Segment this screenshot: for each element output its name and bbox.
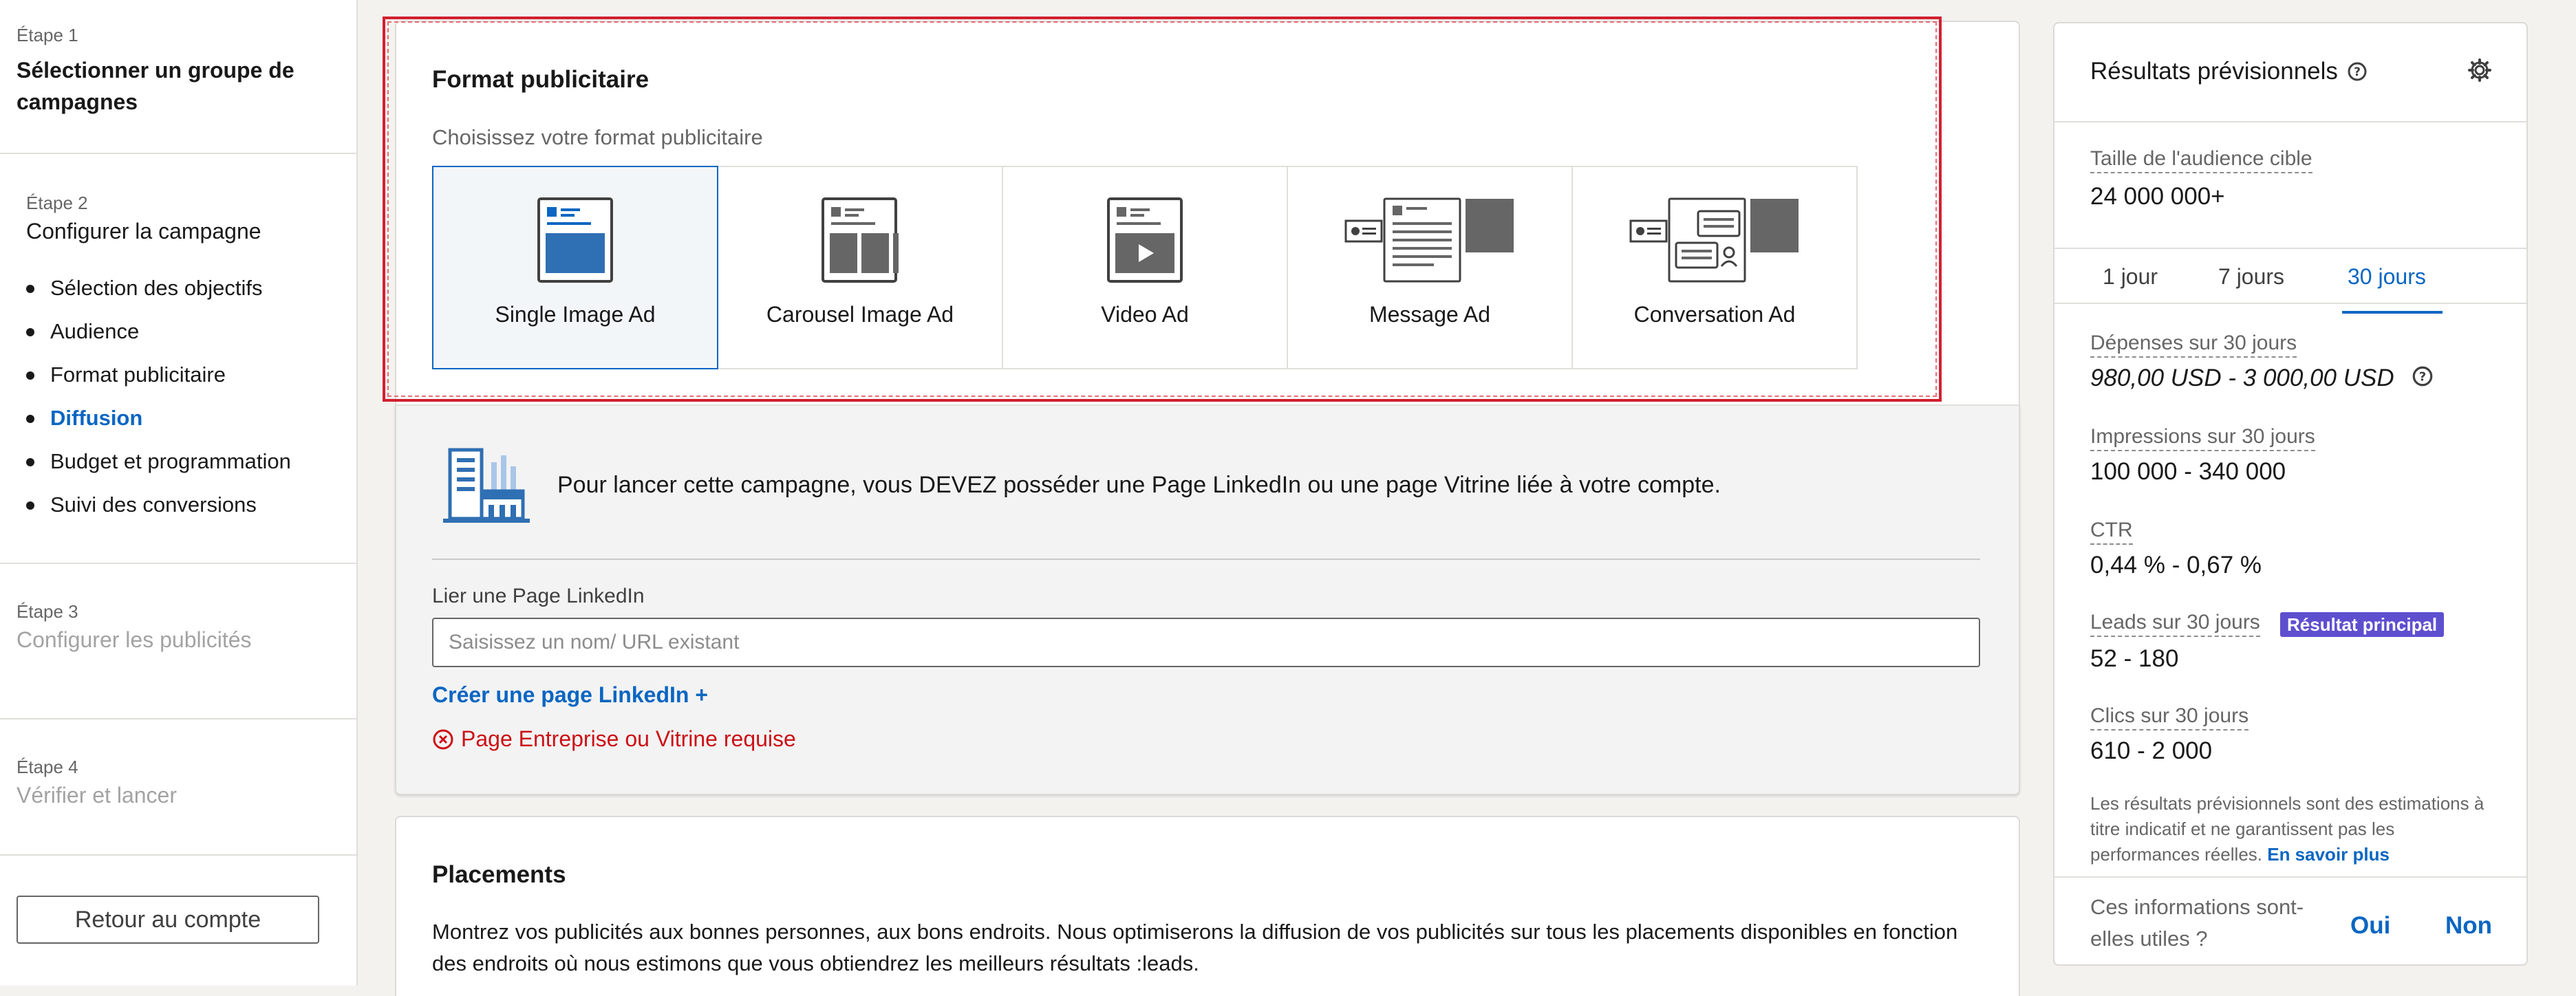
step-1-title: Sélectionner un groupe de campagnes [17,58,294,114]
message-ad-icon [1344,197,1514,283]
tab-30-days[interactable]: 30 jours [2348,264,2426,290]
clicks-label: Clics sur 30 jours [2090,704,2249,730]
format-option-label: Carousel Image Ad [766,302,954,327]
panel-divider [2054,121,2526,122]
conversation-ad-icon [1629,197,1799,283]
step-2-title: Configurer la campagne [26,219,261,243]
step-3-title: Configurer les publicités [17,627,252,652]
sidebar-divider [0,563,356,564]
panel-divider [2054,876,2526,878]
page-required-error: Page Entreprise ou Vitrine requise [432,726,796,752]
feedback-yes-button[interactable]: Oui [2350,912,2390,940]
clicks-value: 610 - 2 000 [2090,737,2213,764]
section-divider [432,559,1980,560]
step-1-label: Étape 1 [17,25,78,45]
substep-conversion-tracking[interactable]: Suivi des conversions [26,488,291,531]
leads-value: 52 - 180 [2090,645,2179,672]
spend-label: Dépenses sur 30 jours [2090,332,2297,358]
spend-value: 980,00 USD - 3 000,00 USD [2090,365,2394,391]
help-icon[interactable]: ? [2411,365,2434,388]
step-4-label: Étape 4 [17,757,78,777]
error-text: Page Entreprise ou Vitrine requise [461,726,796,751]
sidebar-divider [0,153,356,154]
step-4: Étape 4 Vérifier et lancer [17,757,177,811]
leads-label: Leads sur 30 jours [2090,611,2260,637]
svg-text:?: ? [2419,369,2426,384]
step-2[interactable]: Étape 2 Configurer la campagne [26,193,261,247]
audience-size-label: Taille de l'audience cible [2090,147,2312,173]
learn-more-link[interactable]: En savoir plus [2267,844,2390,865]
sidebar-divider [0,854,356,856]
format-option-conversation[interactable]: Conversation Ad [1571,166,1858,369]
building-icon [443,448,530,523]
format-option-message[interactable]: Message Ad [1287,166,1573,369]
substep-budget[interactable]: Budget et programmation [26,444,291,488]
ad-format-options: Single Image Ad Carousel Image Ad Video … [432,166,1858,369]
format-option-label: Conversation Ad [1633,302,1796,327]
format-option-label: Single Image Ad [495,302,656,327]
substep-ad-format[interactable]: Format publicitaire [26,358,291,401]
impressions-label: Impressions sur 30 jours [2090,425,2315,451]
forecast-panel: Résultats prévisionnels ? Taille de l'au… [2053,22,2528,966]
campaign-steps-sidebar: Étape 1 Sélectionner un groupe de campag… [0,0,358,986]
substep-delivery[interactable]: Diffusion [26,401,291,444]
step-3-label: Étape 3 [17,601,78,622]
svg-text:?: ? [2354,65,2361,79]
step-2-substeps: Sélection des objectifs Audience Format … [26,271,291,531]
substep-audience[interactable]: Audience [26,314,291,358]
ad-format-title: Format publicitaire [432,66,650,93]
linkedin-page-input[interactable] [432,618,1980,667]
single-image-ad-icon [537,197,613,283]
panel-divider [2054,303,2526,304]
format-option-carousel-image[interactable]: Carousel Image Ad [717,166,1003,369]
help-icon[interactable]: ? [2346,61,2368,83]
feedback-question: Ces informations sont-elles utiles ? [2090,895,2304,951]
back-to-account-button[interactable]: Retour au compte [17,896,319,944]
linkedin-page-requirement-message: Pour lancer cette campagne, vous DEVEZ p… [557,472,1721,498]
sidebar-divider [0,718,356,719]
step-3: Étape 3 Configurer les publicités [17,601,252,656]
forecast-period-tabs: 1 jour 7 jours 30 jours [2054,248,2526,315]
error-circle-x-icon [433,729,453,749]
tab-1-day[interactable]: 1 jour [2103,264,2158,290]
step-2-label: Étape 2 [26,193,88,213]
format-option-label: Message Ad [1368,302,1491,327]
step-4-title: Vérifier et lancer [17,783,177,808]
placements-description: Montrez vos publicités aux bonnes person… [432,920,1958,975]
feedback-no-button[interactable]: Non [2445,912,2492,940]
format-option-single-image[interactable]: Single Image Ad [432,166,718,369]
primary-result-badge: Résultat principal [2280,612,2445,637]
tab-7-days[interactable]: 7 jours [2218,264,2284,290]
linkedin-page-field-label: Lier une Page LinkedIn [432,585,645,607]
forecast-title-row: Résultats prévisionnels ? [2090,58,2368,85]
placements-title: Placements [432,861,566,888]
ctr-value: 0,44 % - 0,67 % [2090,552,2262,578]
carousel-image-ad-icon [822,197,899,283]
substep-objectives[interactable]: Sélection des objectifs [26,271,291,314]
format-option-video[interactable]: Video Ad [1002,166,1288,369]
audience-size-value: 24 000 000+ [2090,183,2225,210]
forecast-disclaimer: Les résultats prévisionnels sont des est… [2090,791,2503,867]
forecast-title: Résultats prévisionnels [2090,58,2338,85]
format-option-label: Video Ad [1101,302,1189,327]
video-ad-icon [1107,197,1183,283]
create-linkedin-page-link[interactable]: Créer une page LinkedIn + [432,682,708,708]
impressions-value: 100 000 - 340 000 [2090,458,2286,485]
active-tab-indicator [2342,311,2443,314]
gear-icon[interactable] [2467,58,2492,83]
step-1[interactable]: Étape 1 Sélectionner un groupe de campag… [17,25,319,118]
ad-format-hint: Choisissez votre format publicitaire [432,125,763,149]
ctr-label: CTR [2090,519,2133,545]
